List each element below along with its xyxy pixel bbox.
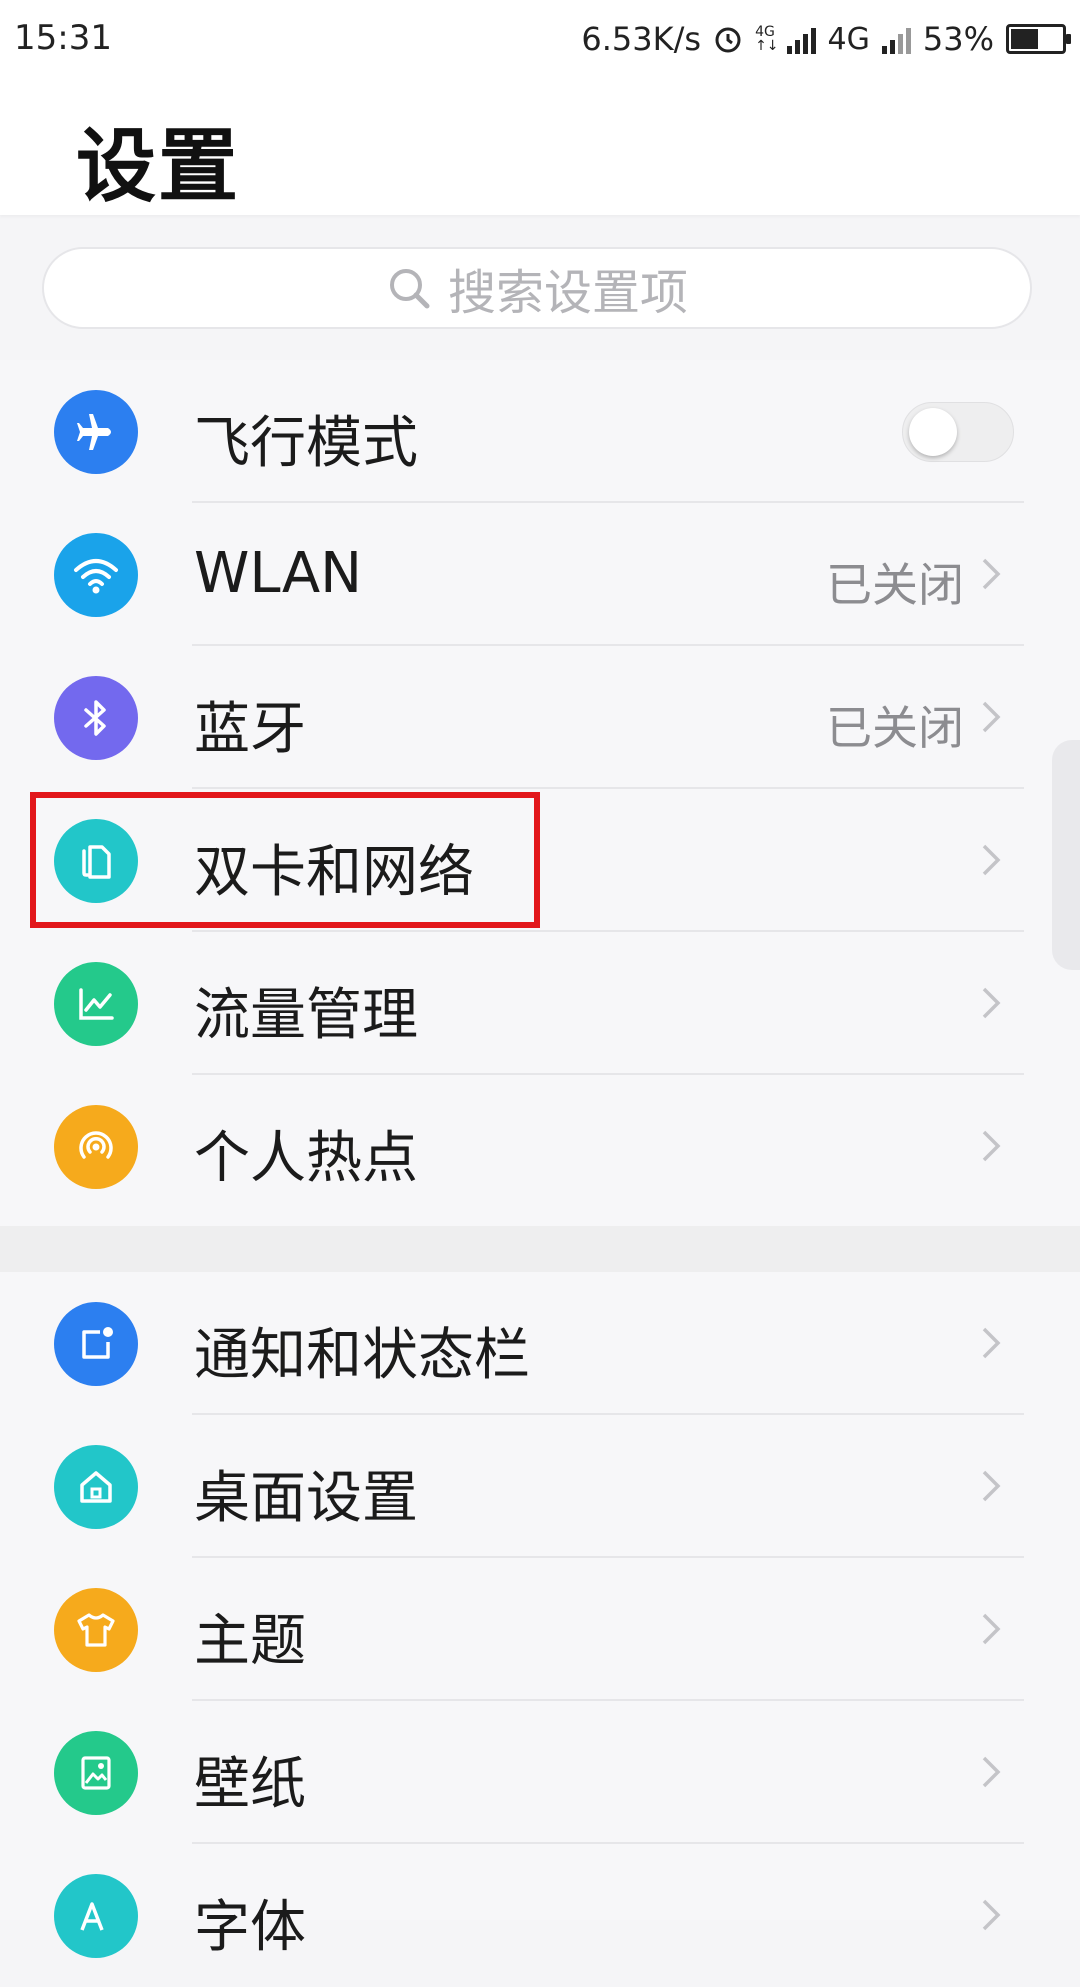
data-usage-icon	[54, 962, 138, 1046]
search-icon	[389, 269, 430, 309]
setting-row-theme[interactable]: 主题	[0, 1558, 1080, 1701]
hotspot-icon	[54, 1105, 138, 1189]
setting-label: 流量管理	[194, 983, 418, 1048]
toggle-knob	[909, 408, 957, 456]
dual-sim-icon	[54, 819, 138, 903]
setting-row-notification[interactable]: 通知和状态栏	[0, 1272, 1080, 1415]
setting-label: 个人热点	[194, 1126, 418, 1191]
setting-row-hotspot[interactable]: 个人热点	[0, 1075, 1080, 1218]
battery-fill	[1011, 29, 1038, 49]
wifi-icon	[54, 533, 138, 617]
setting-label: WLAN	[194, 541, 363, 606]
settings-section-network: 飞行模式 WLAN 已关闭 蓝牙 已关闭 双卡和网络 流量管理 个人热点	[0, 360, 1080, 1226]
title-bar: 设置	[0, 80, 1080, 215]
setting-row-font[interactable]: 字体	[0, 1844, 1080, 1987]
setting-label: 飞行模式	[194, 411, 418, 476]
network-speed: 6.53K/s	[581, 20, 702, 58]
home-icon	[54, 1445, 138, 1529]
setting-label: 桌面设置	[194, 1466, 418, 1531]
search-placeholder: 搜索设置项	[447, 265, 688, 321]
setting-row-data-usage[interactable]: 流量管理	[0, 932, 1080, 1075]
network-type-small: 4G ↑↓	[755, 24, 779, 54]
notification-icon	[54, 1302, 138, 1386]
section-gap	[0, 1226, 1080, 1272]
setting-label: 字体	[194, 1895, 306, 1960]
alarm-clock-icon	[715, 27, 741, 53]
wallpaper-icon	[54, 1731, 138, 1815]
chevron-right-icon	[982, 1756, 1001, 1788]
signal-strength-icon	[786, 24, 816, 54]
bluetooth-icon	[54, 676, 138, 760]
chevron-right-icon	[982, 701, 1001, 733]
setting-value: 已关闭	[826, 558, 964, 612]
chevron-right-icon	[982, 1130, 1001, 1162]
setting-value: 已关闭	[826, 701, 964, 755]
setting-label: 主题	[194, 1609, 306, 1674]
theme-shirt-icon	[54, 1588, 138, 1672]
setting-row-wallpaper[interactable]: 壁纸	[0, 1701, 1080, 1844]
status-time: 15:31	[14, 18, 112, 58]
status-bar: 15:31 6.53K/s 4G ↑↓ 4G 53%	[0, 0, 1080, 80]
setting-row-home-screen[interactable]: 桌面设置	[0, 1415, 1080, 1558]
chevron-right-icon	[982, 1470, 1001, 1502]
font-icon	[54, 1874, 138, 1958]
airplane-mode-toggle[interactable]	[902, 402, 1014, 462]
signal-strength-icon-2	[881, 24, 911, 54]
settings-section-display: 通知和状态栏 桌面设置 主题 壁纸 字体	[0, 1272, 1080, 1960]
network-type: 4G	[827, 21, 870, 57]
chevron-right-icon	[982, 1327, 1001, 1359]
setting-label: 通知和状态栏	[194, 1323, 530, 1388]
setting-row-wlan[interactable]: WLAN 已关闭	[0, 503, 1080, 646]
status-indicators: 6.53K/s 4G ↑↓ 4G 53%	[581, 14, 1071, 64]
setting-label: 蓝牙	[194, 697, 306, 762]
battery-percent: 53%	[922, 20, 994, 58]
setting-row-airplane-mode[interactable]: 飞行模式	[0, 360, 1080, 503]
setting-label: 双卡和网络	[194, 840, 474, 905]
chevron-right-icon	[982, 844, 1001, 876]
chevron-right-icon	[982, 1899, 1001, 1931]
setting-row-dual-sim[interactable]: 双卡和网络	[0, 789, 1080, 932]
setting-row-bluetooth[interactable]: 蓝牙 已关闭	[0, 646, 1080, 789]
search-input[interactable]: 搜索设置项	[42, 247, 1032, 329]
page-title: 设置	[76, 120, 240, 213]
edge-scroll-handle[interactable]	[1052, 740, 1080, 970]
chevron-right-icon	[982, 987, 1001, 1019]
battery-icon	[1006, 24, 1071, 54]
chevron-right-icon	[982, 1613, 1001, 1645]
chevron-right-icon	[982, 558, 1001, 590]
airplane-icon	[54, 390, 138, 474]
setting-label: 壁纸	[194, 1752, 306, 1817]
